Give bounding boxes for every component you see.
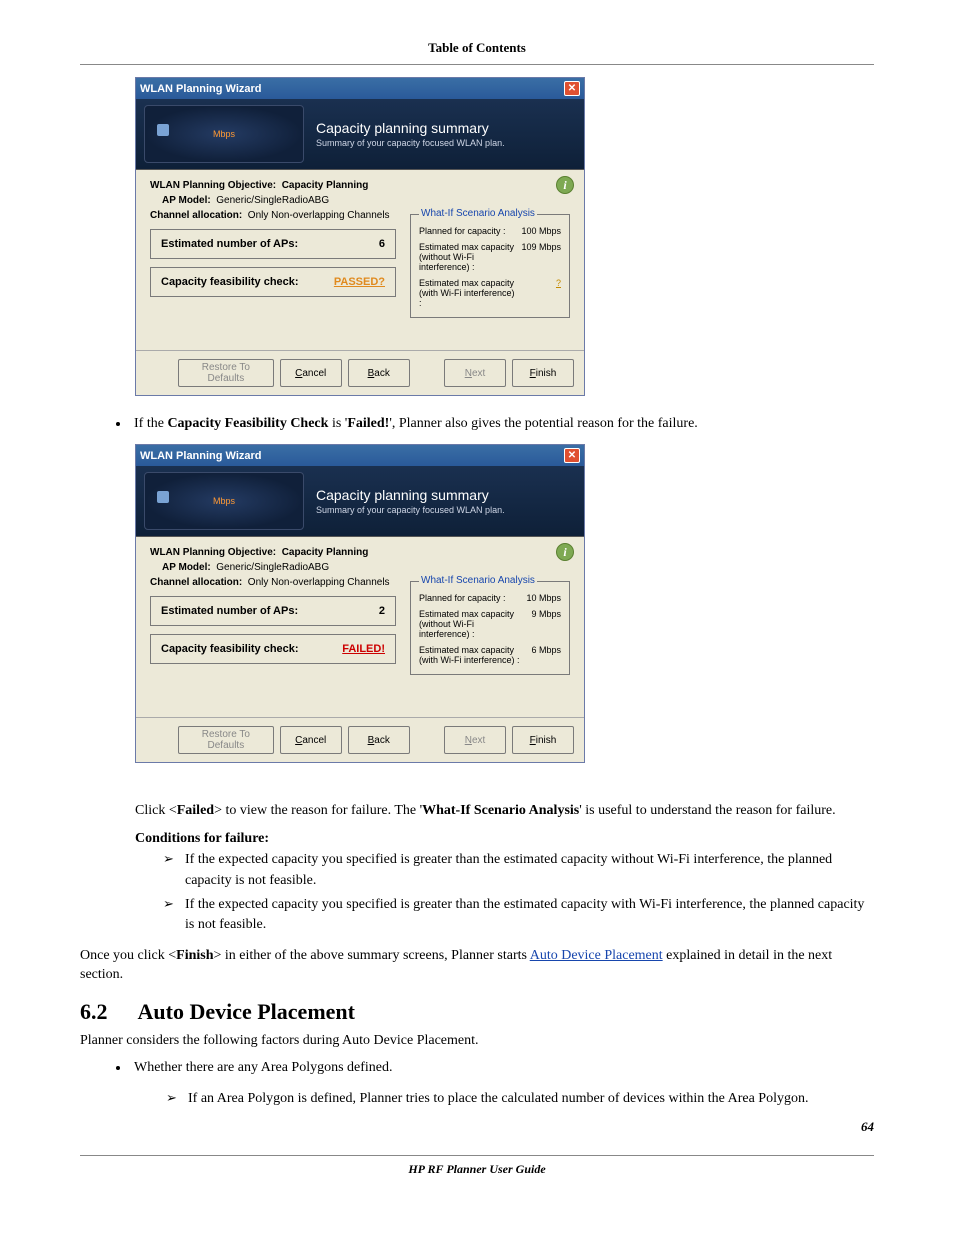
apmodel-label: AP Model: bbox=[162, 195, 211, 206]
estimated-ap-label: Estimated number of APs: bbox=[161, 238, 298, 250]
condition-1: If the expected capacity you specified i… bbox=[163, 850, 874, 891]
next-button[interactable]: Next bbox=[444, 359, 506, 387]
section-title: Auto Device Placement bbox=[138, 999, 355, 1025]
gauge-icon: Mbps bbox=[144, 105, 304, 163]
estimated-ap-value: 6 bbox=[379, 238, 385, 250]
estimated-ap-box: Estimated number of APs: 6 bbox=[150, 229, 396, 259]
feasibility-label: Capacity feasibility check: bbox=[161, 276, 299, 288]
footer-title: HP RF Planner User Guide bbox=[80, 1162, 874, 1177]
objective-label: WLAN Planning Objective: bbox=[150, 180, 276, 191]
wizard-titlebar: WLAN Planning Wizard ✕ bbox=[136, 445, 584, 466]
whatif-wifi-label: Estimated max capacity (with Wi-Fi inter… bbox=[419, 275, 515, 311]
section-number: 6.2 bbox=[80, 999, 108, 1025]
estimated-ap-box: Estimated number of APs: 2 bbox=[150, 596, 396, 626]
wizard-footer: Restore To Defaults Cancel Back Next Fin… bbox=[136, 350, 584, 395]
estimated-ap-label: Estimated number of APs: bbox=[161, 605, 298, 617]
back-button[interactable]: Back bbox=[348, 726, 410, 754]
channel-label: Channel allocation: bbox=[150, 577, 242, 588]
gauge-label: Mbps bbox=[213, 129, 235, 139]
bullet-failed-note: If the Capacity Feasibility Check is 'Fa… bbox=[130, 414, 874, 434]
estimated-ap-value: 2 bbox=[379, 605, 385, 617]
table-of-contents-header: Table of Contents bbox=[80, 40, 874, 56]
wizard-title: WLAN Planning Wizard bbox=[140, 450, 262, 462]
whatif-planned-value: 10 Mbps bbox=[520, 590, 561, 606]
feasibility-box: Capacity feasibility check: PASSED? bbox=[150, 267, 396, 297]
bullet-area-polygons: Whether there are any Area Polygons defi… bbox=[130, 1058, 874, 1078]
footer-rule bbox=[80, 1155, 874, 1156]
whatif-wifi-value[interactable]: ? bbox=[556, 278, 561, 288]
whatif-nowifi-value: 9 Mbps bbox=[520, 606, 561, 642]
header-rule bbox=[80, 64, 874, 65]
objective-label: WLAN Planning Objective: bbox=[150, 547, 276, 558]
wizard-footer: Restore To Defaults Cancel Back Next Fin… bbox=[136, 717, 584, 762]
wizard-failed: WLAN Planning Wizard ✕ Mbps Capacity pla… bbox=[135, 444, 585, 763]
whatif-panel: What-If Scenario Analysis Planned for ca… bbox=[410, 581, 570, 675]
wizard-titlebar: WLAN Planning Wizard ✕ bbox=[136, 78, 584, 99]
whatif-wifi-label: Estimated max capacity (with Wi-Fi inter… bbox=[419, 642, 520, 668]
auto-device-placement-link[interactable]: Auto Device Placement bbox=[530, 948, 663, 963]
apmodel-value: Generic/SingleRadioABG bbox=[216, 195, 329, 206]
whatif-nowifi-value: 109 Mbps bbox=[515, 239, 561, 275]
next-button[interactable]: Next bbox=[444, 726, 506, 754]
restore-defaults-button[interactable]: Restore To Defaults bbox=[178, 359, 274, 387]
para-factors: Planner considers the following factors … bbox=[80, 1031, 874, 1051]
whatif-planned-label: Planned for capacity : bbox=[419, 590, 520, 606]
whatif-planned-label: Planned for capacity : bbox=[419, 223, 515, 239]
finish-button[interactable]: Finish bbox=[512, 726, 574, 754]
channel-label: Channel allocation: bbox=[150, 210, 242, 221]
close-icon[interactable]: ✕ bbox=[564, 448, 580, 463]
banner-heading: Capacity planning summary bbox=[316, 487, 505, 503]
info-icon[interactable]: i bbox=[556, 543, 574, 561]
whatif-nowifi-label: Estimated max capacity (without Wi-Fi in… bbox=[419, 239, 515, 275]
banner-subheading: Summary of your capacity focused WLAN pl… bbox=[316, 138, 505, 148]
gauge-icon: Mbps bbox=[144, 472, 304, 530]
banner-subheading: Summary of your capacity focused WLAN pl… bbox=[316, 505, 505, 515]
back-button[interactable]: Back bbox=[348, 359, 410, 387]
banner-heading: Capacity planning summary bbox=[316, 120, 505, 136]
objective-value: Capacity Planning bbox=[282, 547, 369, 558]
objective-value: Capacity Planning bbox=[282, 180, 369, 191]
channel-value: Only Non-overlapping Channels bbox=[248, 210, 390, 221]
feasibility-value-failed[interactable]: FAILED! bbox=[342, 643, 385, 655]
whatif-planned-value: 100 Mbps bbox=[515, 223, 561, 239]
sub-arrow-area-polygon: If an Area Polygon is defined, Planner t… bbox=[166, 1089, 874, 1109]
channel-value: Only Non-overlapping Channels bbox=[248, 577, 390, 588]
cancel-button[interactable]: Cancel bbox=[280, 726, 342, 754]
conditions-heading: Conditions for failure: bbox=[135, 831, 269, 846]
restore-defaults-button[interactable]: Restore To Defaults bbox=[178, 726, 274, 754]
wizard-banner: Mbps Capacity planning summary Summary o… bbox=[136, 99, 584, 170]
condition-2: If the expected capacity you specified i… bbox=[163, 895, 874, 936]
whatif-panel: What-If Scenario Analysis Planned for ca… bbox=[410, 214, 570, 318]
finish-button[interactable]: Finish bbox=[512, 359, 574, 387]
whatif-legend: What-If Scenario Analysis bbox=[419, 575, 537, 586]
para-click-failed: Click <Failed> to view the reason for fa… bbox=[135, 801, 874, 821]
cancel-button[interactable]: Cancel bbox=[280, 359, 342, 387]
whatif-legend: What-If Scenario Analysis bbox=[419, 208, 537, 219]
wizard-passed: WLAN Planning Wizard ✕ Mbps Capacity pla… bbox=[135, 77, 585, 396]
whatif-wifi-value: 6 Mbps bbox=[520, 642, 561, 668]
apmodel-value: Generic/SingleRadioABG bbox=[216, 562, 329, 573]
feasibility-box: Capacity feasibility check: FAILED! bbox=[150, 634, 396, 664]
section-heading: 6.2 Auto Device Placement bbox=[80, 999, 874, 1025]
wizard-title: WLAN Planning Wizard bbox=[140, 83, 262, 95]
close-icon[interactable]: ✕ bbox=[564, 81, 580, 96]
feasibility-label: Capacity feasibility check: bbox=[161, 643, 299, 655]
feasibility-value-passed[interactable]: PASSED? bbox=[334, 276, 385, 288]
info-icon[interactable]: i bbox=[556, 176, 574, 194]
page-number: 64 bbox=[80, 1119, 874, 1135]
gauge-label: Mbps bbox=[213, 496, 235, 506]
para-finish: Once you click <Finish> in either of the… bbox=[80, 946, 874, 985]
whatif-nowifi-label: Estimated max capacity (without Wi-Fi in… bbox=[419, 606, 520, 642]
apmodel-label: AP Model: bbox=[162, 562, 211, 573]
wizard-banner: Mbps Capacity planning summary Summary o… bbox=[136, 466, 584, 537]
